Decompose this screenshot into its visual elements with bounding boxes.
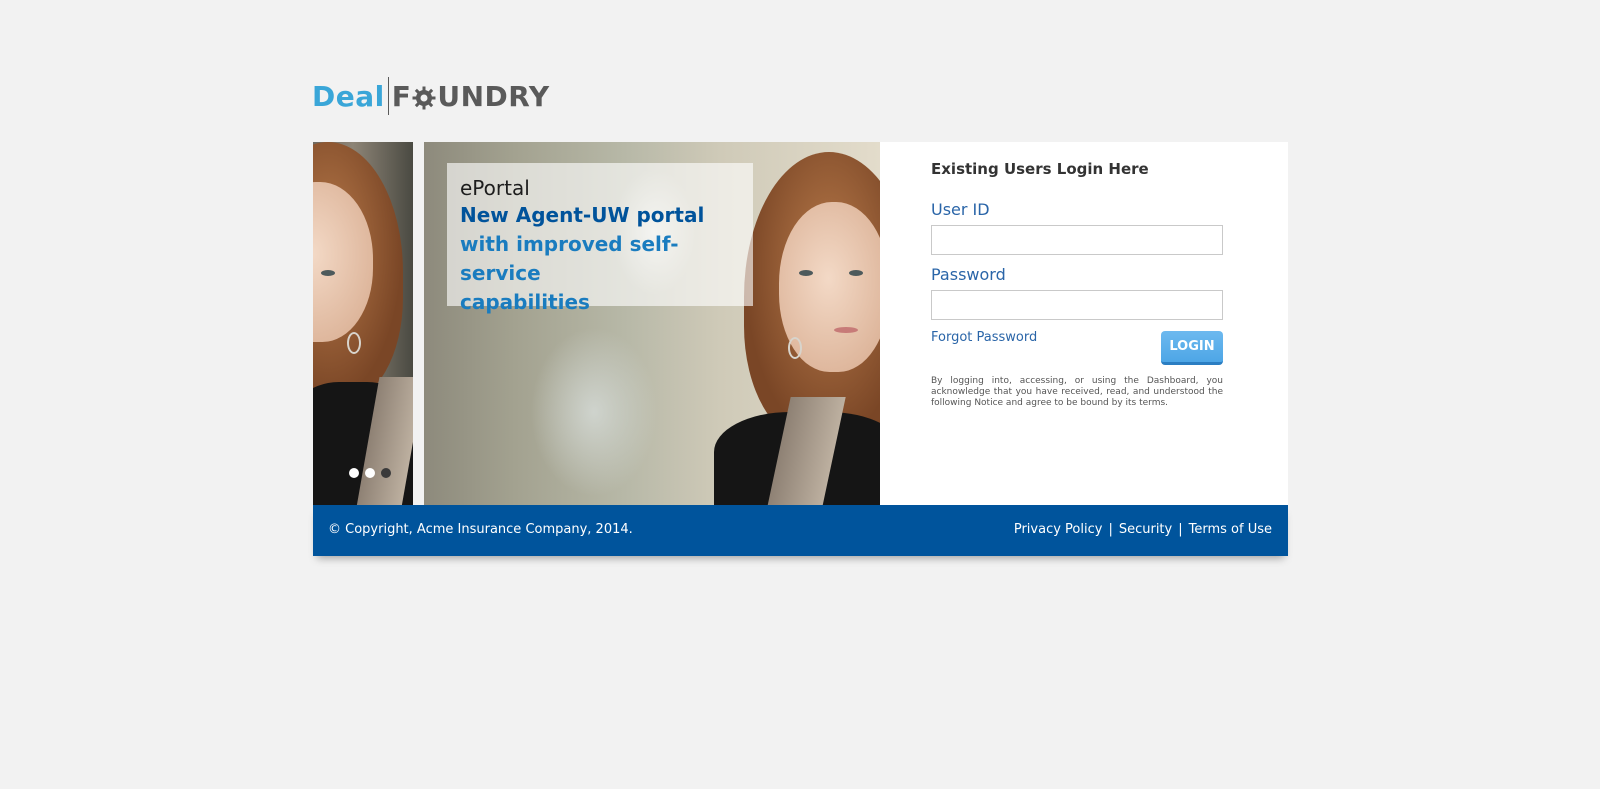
portrait-eye [799,270,813,276]
user-id-input[interactable] [931,225,1223,255]
footer: © Copyright, Acme Insurance Company, 201… [313,505,1288,556]
user-id-label: User ID [931,200,990,219]
carousel-dots [349,468,391,478]
login-button[interactable]: LOGIN [1161,331,1223,365]
portrait-lips [834,327,858,333]
logo-deal-text: Deal [312,79,385,113]
privacy-policy-link[interactable]: Privacy Policy [1014,522,1103,537]
portrait-earring [347,332,361,354]
logo: Deal F UNDRY [312,76,550,116]
caption-subline-2: capabilities [460,290,590,314]
portrait-earring [788,337,802,359]
footer-separator: | [1108,522,1113,537]
footer-separator: | [1178,522,1183,537]
terms-of-use-link[interactable]: Terms of Use [1189,522,1272,537]
password-label: Password [931,265,1006,284]
carousel-slide-active: ePortal New Agent-UW portal with improve… [424,142,880,505]
forgot-password-link[interactable]: Forgot Password [931,330,1037,345]
caption-headline: New Agent-UW portal [460,203,705,227]
carousel-slide-previous [313,142,413,505]
login-notice: By logging into, accessing, or using the… [931,376,1223,408]
copyright-text: © Copyright, Acme Insurance Company, 201… [328,522,633,537]
portrait-eye [321,270,335,276]
login-heading: Existing Users Login Here [931,160,1149,178]
carousel-dot-1[interactable] [349,468,359,478]
carousel-caption: ePortal New Agent-UW portal with improve… [447,163,753,314]
logo-divider [387,77,389,115]
gear-icon [412,84,436,110]
logo-foundry-text: F UNDRY [392,80,550,113]
footer-links: Privacy Policy | Security | Terms of Use [1014,522,1272,537]
logo-foundry-suffix: UNDRY [437,79,550,113]
image-carousel[interactable]: ePortal New Agent-UW portal with improve… [313,142,880,505]
portrait-eye [849,270,863,276]
caption-title: ePortal [460,176,530,200]
carousel-dot-3[interactable] [381,468,391,478]
caption-subline-1: with improved self-service [460,232,679,285]
password-input[interactable] [931,290,1223,320]
logo-foundry-prefix: F [391,79,412,113]
carousel-dot-2[interactable] [365,468,375,478]
security-link[interactable]: Security [1119,522,1172,537]
login-card: ePortal New Agent-UW portal with improve… [313,142,1288,505]
